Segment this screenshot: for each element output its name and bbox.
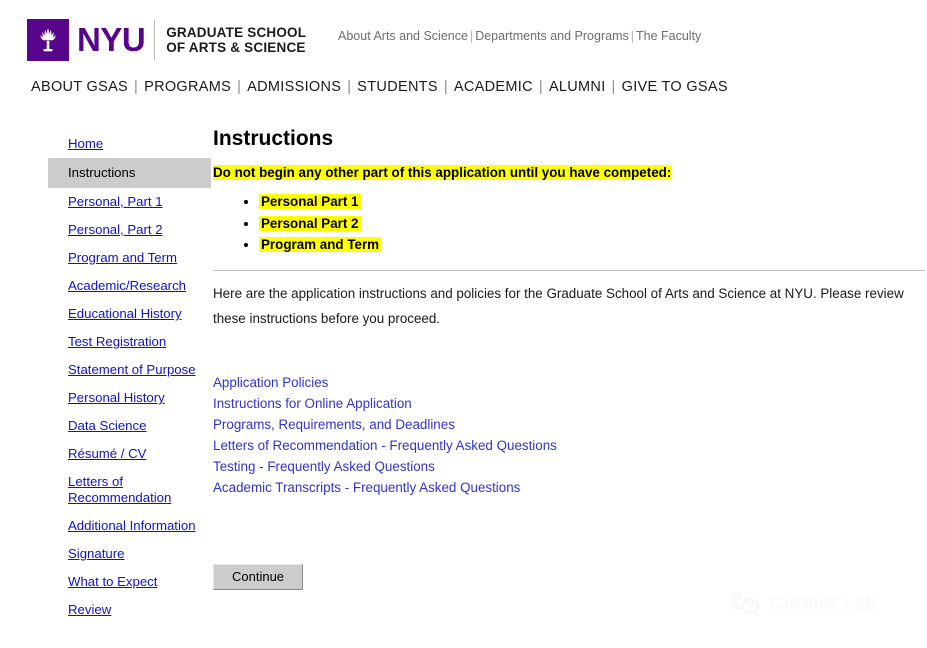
school-name-line2: OF ARTS & SCIENCE [166, 40, 306, 55]
utility-link-departments-and-programs[interactable]: Departments and Programs [475, 29, 629, 43]
resource-link-application-policies[interactable]: Application Policies [213, 372, 927, 393]
sidebar-item-resume-cv[interactable]: Résumé / CV [48, 440, 211, 468]
nav-item-students[interactable]: STUDENTS [357, 79, 438, 95]
nyu-wordmark: NYU [77, 21, 146, 58]
resource-link-programs-requirements-and-deadlines[interactable]: Programs, Requirements, and Deadlines [213, 414, 927, 435]
wechat-icon [731, 591, 761, 617]
list-item: Personal Part 2 [259, 213, 927, 235]
sidebar-item-what-to-expect[interactable]: What to Expect [48, 568, 211, 596]
sidebar-item-data-science[interactable]: Data Science [48, 412, 211, 440]
site-header: NYU GRADUATE SCHOOL OF ARTS & SCIENCE Ab… [0, 0, 927, 68]
sidebar-item-academic-research[interactable]: Academic/Research [48, 272, 211, 300]
sidebar-item-test-registration[interactable]: Test Registration [48, 328, 211, 356]
list-item: Program and Term [259, 234, 927, 256]
sidebar-item-review[interactable]: Review [48, 596, 211, 624]
nav-item-give-to-gsas[interactable]: GIVE TO GSAS [622, 79, 728, 95]
intro-paragraph: Here are the application instructions an… [213, 285, 904, 326]
sidebar-item-instructions[interactable]: Instructions [48, 158, 211, 188]
application-sidebar: Home Instructions Personal, Part 1 Perso… [48, 130, 211, 624]
sidebar-item-letters-of-recommendation[interactable]: Letters of Recommendation [48, 468, 211, 512]
school-name: GRADUATE SCHOOL OF ARTS & SCIENCE [166, 25, 306, 55]
sidebar-item-statement-of-purpose[interactable]: Statement of Purpose [48, 356, 211, 384]
main-content: Instructions Do not begin any other part… [213, 126, 927, 590]
resource-link-academic-transcripts-faq[interactable]: Academic Transcripts - Frequently Asked … [213, 477, 927, 498]
sidebar-item-home[interactable]: Home [48, 130, 211, 158]
sidebar-item-program-and-term[interactable]: Program and Term [48, 244, 211, 272]
sidebar-item-personal-history[interactable]: Personal History [48, 384, 211, 412]
nav-item-admissions[interactable]: ADMISSIONS [247, 79, 341, 95]
resource-link-testing-faq[interactable]: Testing - Frequently Asked Questions [213, 456, 927, 477]
resource-links: Application Policies Instructions for On… [213, 372, 927, 498]
nav-separator: | [611, 79, 616, 95]
continue-button[interactable]: Continue [213, 563, 304, 590]
sidebar-item-signature[interactable]: Signature [48, 540, 211, 568]
main-navigation: ABOUT GSAS | PROGRAMS | ADMISSIONS | STUDENTS |… [31, 79, 728, 95]
required-item-personal-part-2: Personal Part 2 [259, 215, 361, 231]
nav-item-academic[interactable]: ACADEMIC [454, 79, 533, 95]
logo-divider [154, 20, 156, 60]
nav-separator: | [347, 79, 352, 95]
watermark-text: Curator Lab [770, 593, 877, 614]
resource-link-letters-of-recommendation-faq[interactable]: Letters of Recommendation - Frequently A… [213, 435, 927, 456]
sidebar-item-additional-information[interactable]: Additional Information [48, 512, 211, 540]
school-name-line1: GRADUATE SCHOOL [166, 25, 307, 40]
sidebar-item-educational-history[interactable]: Educational History [48, 300, 211, 328]
nyu-torch-icon [27, 19, 69, 61]
nav-separator: | [237, 79, 242, 95]
utility-separator: | [630, 29, 634, 43]
nav-separator: | [443, 79, 448, 95]
list-item: Personal Part 1 [259, 191, 927, 213]
utility-link-the-faculty[interactable]: The Faculty [636, 29, 701, 43]
sidebar-item-personal-part-1[interactable]: Personal, Part 1 [48, 188, 211, 216]
nyu-logo[interactable]: NYU GRADUATE SCHOOL OF ARTS & SCIENCE [27, 19, 306, 61]
page-title: Instructions [213, 127, 334, 150]
nav-separator: | [538, 79, 543, 95]
resource-link-instructions-for-online-application[interactable]: Instructions for Online Application [213, 393, 927, 414]
nav-item-about-gsas[interactable]: ABOUT GSAS [31, 79, 128, 95]
nav-item-programs[interactable]: PROGRAMS [144, 79, 231, 95]
sidebar-item-personal-part-2[interactable]: Personal, Part 2 [48, 216, 211, 244]
warning-notice-text: Do not begin any other part of this appl… [213, 165, 672, 180]
utility-link-about-arts-and-science[interactable]: About Arts and Science [338, 29, 468, 43]
nav-separator: | [134, 79, 139, 95]
section-divider [213, 269, 925, 271]
form-actions: Continue [213, 563, 927, 590]
required-item-program-and-term: Program and Term [259, 237, 382, 252]
required-sections-list: Personal Part 1 Personal Part 2 Program … [213, 191, 927, 256]
warning-notice: Do not begin any other part of this appl… [213, 164, 927, 181]
utility-links: About Arts and Science | Departments and P… [338, 29, 701, 43]
required-item-personal-part-1: Personal Part 1 [259, 194, 361, 209]
nav-item-alumni[interactable]: ALUMNI [549, 79, 606, 95]
watermark: Curator Lab [731, 591, 877, 617]
